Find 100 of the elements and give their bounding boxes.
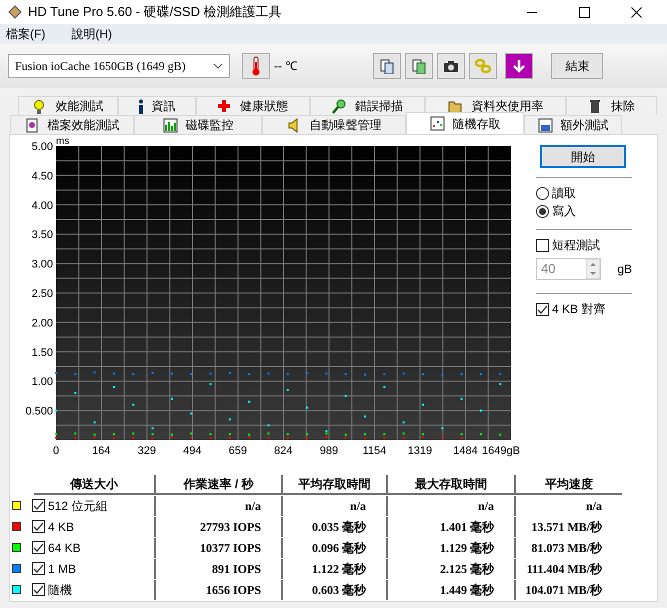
y-tick-label: 2.50 — [32, 288, 53, 300]
data-point — [132, 432, 134, 435]
tab[interactable]: 效能測試 — [18, 96, 118, 115]
data-point — [74, 373, 76, 376]
x-tick-label: 329 — [138, 445, 156, 457]
data-point — [190, 436, 192, 439]
table-cell: 13.571 MB/秒 — [514, 516, 622, 537]
tab[interactable]: 健康狀態 — [196, 96, 310, 115]
chain-icon — [475, 58, 492, 74]
copy-icon — [379, 58, 396, 74]
y-tick-label: 0.500 — [25, 406, 53, 418]
data-point — [248, 400, 250, 403]
data-point — [480, 433, 482, 436]
x-tick-label: 1484 — [453, 445, 478, 457]
x-tick-label: 989 — [320, 445, 338, 457]
table-cell: 104.071 MB/秒 — [514, 580, 622, 600]
data-point — [132, 436, 134, 439]
checkbox-option[interactable]: 64 KB — [32, 538, 81, 557]
data-point — [267, 424, 270, 426]
check-icon — [33, 500, 44, 512]
data-point — [499, 434, 502, 436]
x-tick-label: 1154 — [362, 445, 386, 457]
tab[interactable]: 檔案效能測試 — [10, 115, 134, 134]
tab[interactable]: 錯誤掃描 — [310, 96, 426, 115]
data-point — [499, 383, 502, 386]
data-point — [152, 372, 154, 374]
table-cell: 0.035 毫秒 — [281, 516, 386, 537]
table-cell: 1.449 毫秒 — [386, 580, 514, 600]
tab[interactable]: 抹除 — [566, 96, 658, 115]
copy-icon — [411, 58, 428, 74]
data-point — [132, 373, 134, 376]
data-point — [112, 433, 115, 436]
data-point — [267, 372, 270, 375]
data-point — [344, 373, 347, 376]
table-cell: n/a — [514, 496, 622, 516]
data-point — [112, 372, 115, 375]
check-icon — [537, 304, 548, 314]
toolbar-button[interactable] — [373, 53, 402, 79]
toolbar-button[interactable] — [405, 53, 434, 79]
x-tick-label: 824 — [274, 445, 293, 457]
data-point — [248, 373, 250, 376]
temperature-button[interactable] — [242, 53, 270, 79]
x-tick-label: 164 — [92, 445, 110, 457]
data-point — [132, 404, 134, 406]
tab[interactable]: 隨機存取 — [406, 112, 524, 134]
x-tick-label: 1649gB — [482, 445, 520, 457]
data-point — [267, 437, 270, 440]
cross-icon — [217, 98, 232, 114]
data-point — [364, 437, 366, 440]
close-icon — [630, 6, 642, 18]
exit-button[interactable]: 結束 — [551, 53, 604, 79]
tab[interactable]: 自動噪聲管理 — [262, 115, 406, 134]
radio-option[interactable]: 寫入 — [536, 202, 632, 220]
radio-option[interactable]: 讀取 — [536, 184, 632, 202]
checkbox-option[interactable]: 1 MB — [32, 560, 76, 578]
checkbox-option[interactable]: 隨機 — [32, 580, 72, 599]
data-point — [94, 371, 96, 374]
toolbar-button[interactable] — [437, 53, 466, 79]
data-point — [267, 432, 270, 435]
table-cell: 1.401 毫秒 — [386, 516, 514, 537]
data-point — [364, 415, 366, 418]
menu-item[interactable]: 說明(H) — [71, 25, 112, 43]
data-point — [306, 433, 308, 436]
data-point — [383, 386, 386, 388]
y-tick-label: 5.00 — [32, 141, 53, 153]
y-tick-label: 3.50 — [32, 229, 53, 242]
table-cell: 10377 IOPS — [154, 538, 281, 558]
tab[interactable]: 磁碟監控 — [134, 115, 262, 134]
data-point — [286, 373, 289, 376]
data-point — [74, 392, 76, 394]
data-point — [210, 433, 212, 436]
y-tick-label: 4.50 — [32, 170, 53, 182]
data-point — [441, 427, 444, 430]
menu-item[interactable]: 檔案(F) — [6, 25, 46, 43]
tab[interactable]: 資訊 — [118, 96, 196, 115]
y-tick-label: 1.00 — [32, 376, 53, 388]
download-button[interactable] — [505, 53, 534, 79]
data-point — [402, 437, 405, 440]
data-point — [74, 432, 76, 435]
data-point — [210, 372, 212, 375]
data-point — [170, 398, 173, 400]
checkbox-option[interactable]: 4 KB 對齊 — [536, 300, 632, 318]
y-axis-unit: ms — [56, 136, 70, 147]
x-tick-label: 494 — [183, 445, 202, 457]
data-point — [112, 386, 115, 388]
data-point — [286, 389, 289, 392]
data-point — [422, 404, 424, 406]
checkbox-option[interactable]: 512 位元組 — [32, 496, 108, 515]
drive-dropdown[interactable]: Fusion ioCache 1650GB (1649 gB) — [8, 54, 230, 78]
data-point — [344, 394, 347, 397]
column-header: 平均存取時間 — [281, 474, 386, 494]
checkbox-option[interactable]: 短程測試 — [536, 236, 632, 254]
data-point — [152, 433, 154, 436]
checkbox-option[interactable]: 4 KB — [32, 518, 74, 536]
data-point — [364, 433, 366, 436]
thermometer-icon — [251, 56, 261, 76]
tab[interactable]: 額外測試 — [524, 115, 622, 134]
data-point — [480, 373, 482, 376]
window-title: HD Tune Pro 5.60 - 硬碟/SSD 檢測維護工具 — [28, 3, 283, 22]
start-button[interactable]: 開始 — [540, 145, 626, 168]
